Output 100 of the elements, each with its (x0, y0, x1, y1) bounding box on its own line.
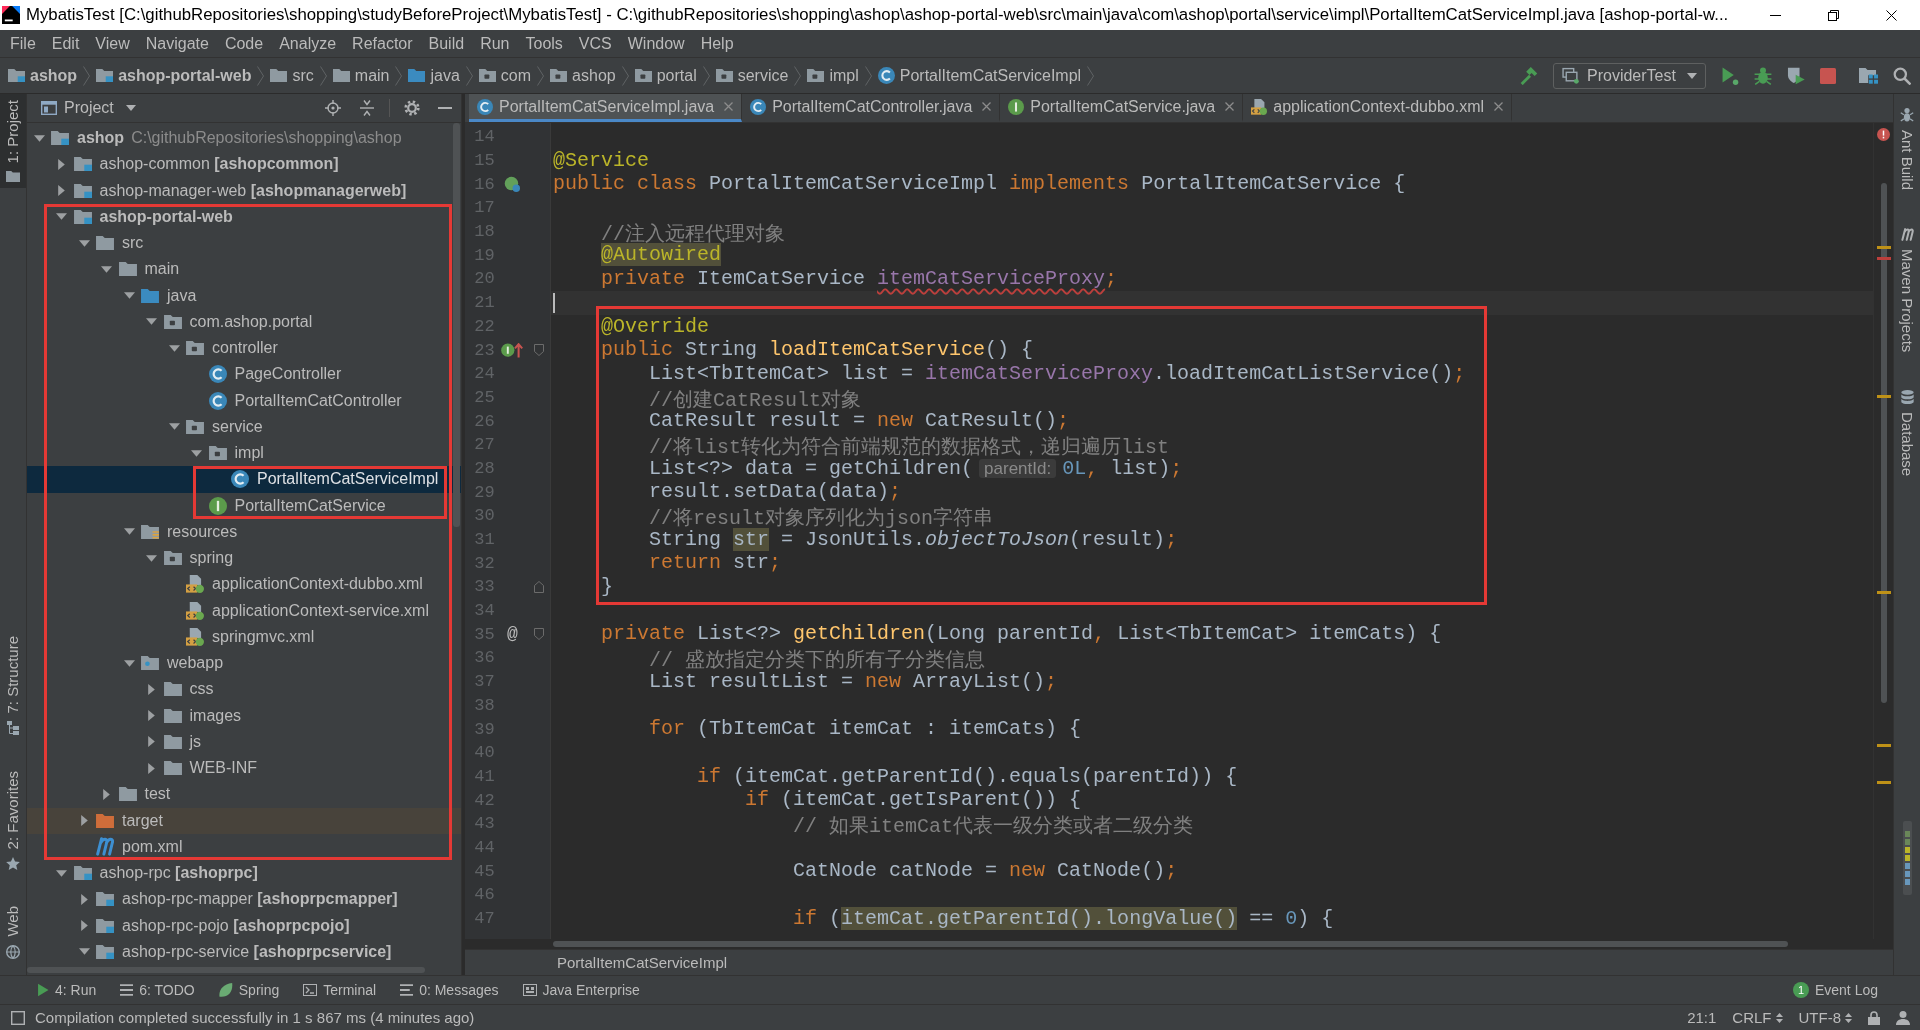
menu-item[interactable]: File (2, 30, 44, 57)
collapse-all-icon[interactable] (359, 100, 375, 116)
tree-item[interactable]: PageController (208, 364, 342, 385)
breadcrumb-item[interactable]: PortalItemCatServiceImpl (557, 953, 728, 972)
expand-arrow-icon[interactable] (123, 292, 135, 300)
menu-item[interactable]: Window (619, 30, 693, 57)
gutter-marker-icon[interactable] (504, 176, 521, 193)
menu-item[interactable]: Code (216, 30, 272, 57)
breadcrumb-item[interactable]: java (408, 65, 460, 86)
scrollbar-thumb[interactable] (553, 941, 1788, 947)
editor-tab[interactable]: PortalItemCatService.java (1000, 94, 1244, 122)
tool-window-button[interactable]: Java Enterprise (510, 981, 652, 999)
tree-item[interactable]: java (119, 285, 197, 306)
lock-icon[interactable] (1868, 1010, 1880, 1025)
collapse-arrow-icon[interactable] (148, 762, 155, 774)
collapse-arrow-icon[interactable] (58, 185, 65, 197)
close-icon[interactable] (982, 102, 992, 111)
tree-item[interactable]: service (164, 416, 263, 437)
expand-arrow-icon[interactable] (123, 659, 135, 667)
collapse-arrow-icon[interactable] (80, 920, 88, 932)
tool-window-tab[interactable]: Database (1894, 384, 1920, 483)
breadcrumb-item[interactable]: ashop (8, 65, 78, 86)
expand-arrow-icon[interactable] (123, 528, 135, 536)
tool-window-tab[interactable]: 1: Project (0, 94, 26, 189)
tree-item[interactable]: PortalItemCatService (208, 495, 386, 516)
tree-item[interactable]: PortalItemCatServiceImpl (231, 469, 439, 490)
run-icon[interactable] (1721, 66, 1739, 85)
tree-item[interactable]: com.ashop.portal (141, 311, 313, 332)
tree-item[interactable]: test (96, 784, 171, 805)
event-log-button[interactable]: 1 Event Log (1780, 981, 1890, 999)
expand-arrow-icon[interactable] (168, 344, 180, 352)
tree-item[interactable]: target (74, 810, 163, 831)
tree-item[interactable]: applicationContext-service.xml (186, 600, 429, 621)
caret-position[interactable]: 21:1 (1687, 1008, 1717, 1027)
tree-item[interactable]: applicationContext-dubbo.xml (186, 574, 423, 595)
warning-marker-icon[interactable] (1877, 591, 1891, 594)
collapse-arrow-icon[interactable] (80, 815, 88, 827)
tree-item[interactable]: ashop-rpc-service [ashoprpcservice] (74, 941, 392, 962)
hammer-icon[interactable] (1520, 66, 1538, 85)
tree-item[interactable]: impl (186, 443, 264, 464)
tool-window-button[interactable]: Terminal (291, 981, 389, 999)
collapse-arrow-icon[interactable] (148, 710, 155, 722)
tree-item[interactable]: ashop-common [ashopcommon] (51, 154, 339, 175)
tree-item[interactable]: webapp (119, 653, 224, 674)
line-separator[interactable]: CRLF (1732, 1008, 1783, 1027)
editor-tab[interactable]: PortalItemCatController.java (742, 94, 1001, 122)
search-icon[interactable] (1893, 66, 1911, 85)
collapse-arrow-icon[interactable] (148, 736, 155, 748)
project-structure-icon[interactable] (1859, 67, 1878, 84)
expand-arrow-icon[interactable] (101, 265, 112, 273)
tree-item[interactable]: ashop-rpc [ashoprpc] (51, 863, 258, 884)
menu-item[interactable]: Analyze (271, 30, 345, 57)
tree-item[interactable]: springmvc.xml (186, 626, 315, 647)
collapse-arrow-icon[interactable] (103, 788, 110, 800)
tree-item[interactable]: main (96, 259, 180, 280)
collapse-arrow-icon[interactable] (80, 893, 88, 905)
scrollbar-thumb[interactable] (453, 123, 460, 527)
menu-item[interactable]: Refactor (344, 30, 421, 57)
breadcrumb-item[interactable]: impl (807, 65, 859, 86)
tree-item[interactable]: src (74, 233, 144, 254)
tool-window-tab[interactable]: 2: Favorites (0, 765, 26, 877)
breadcrumb-item[interactable]: com (478, 65, 532, 86)
breadcrumb-item[interactable]: ashop-portal-web (96, 65, 252, 86)
fold-icon[interactable] (534, 344, 545, 357)
expand-arrow-icon[interactable] (33, 134, 45, 142)
tree-item[interactable]: pom.xml (96, 836, 183, 857)
expand-arrow-icon[interactable] (168, 423, 180, 431)
menu-item[interactable]: View (87, 30, 138, 57)
expand-arrow-icon[interactable] (78, 948, 90, 956)
tree-item[interactable]: js (141, 731, 202, 752)
fold-icon[interactable] (534, 580, 545, 593)
expand-arrow-icon[interactable] (56, 869, 67, 877)
scrollbar-thumb[interactable] (27, 967, 425, 973)
tool-window-button[interactable]: 0: Messages (388, 981, 511, 999)
run-config-dropdown[interactable]: ProviderTest (1553, 62, 1706, 89)
tool-window-tab[interactable]: 7: Structure (0, 629, 26, 742)
panel-toggle-icon[interactable] (11, 1010, 25, 1025)
caret-icon[interactable] (125, 105, 136, 111)
warning-marker-icon[interactable] (1877, 744, 1891, 747)
override-marker-icon[interactable] (501, 342, 524, 358)
warning-marker-icon[interactable] (1877, 781, 1891, 784)
tree-item[interactable]: css (141, 679, 214, 700)
menu-item[interactable]: Edit (43, 30, 88, 57)
panel-title[interactable]: Project (64, 98, 114, 118)
breadcrumb-item[interactable]: PortalItemCatServiceImpl (877, 65, 1082, 86)
tool-window-tab[interactable]: Ant Build (1894, 102, 1920, 197)
tool-window-button[interactable]: 4: Run (25, 981, 109, 999)
breadcrumb-item[interactable]: service (715, 65, 789, 86)
expand-arrow-icon[interactable] (78, 239, 90, 247)
menu-item[interactable]: Run (472, 30, 518, 57)
warning-marker-icon[interactable] (1877, 395, 1891, 398)
error-icon[interactable] (1877, 128, 1890, 141)
gutter-symbol[interactable]: @ (507, 624, 518, 645)
collapse-arrow-icon[interactable] (58, 158, 65, 170)
person-icon[interactable] (1896, 1010, 1910, 1025)
close-icon[interactable] (1225, 102, 1235, 111)
breadcrumb-item[interactable]: portal (634, 65, 697, 86)
breadcrumb-item[interactable]: main (332, 65, 390, 86)
expand-arrow-icon[interactable] (146, 318, 157, 326)
tree-item[interactable]: controller (164, 338, 278, 359)
